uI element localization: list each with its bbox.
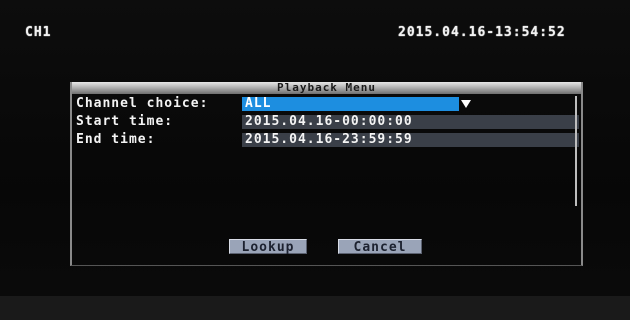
end-time-row: End time: 2015.04.16-23:59:59 (76, 132, 579, 148)
start-time-row: Start time: 2015.04.16-00:00:00 (76, 114, 579, 130)
lookup-button[interactable]: Lookup (229, 239, 307, 255)
start-time-label: Start time: (76, 114, 174, 129)
menu-titlebar: Playback Menu (72, 82, 581, 94)
end-time-label: End time: (76, 132, 156, 147)
channel-indicator: CH1 (25, 25, 52, 40)
datetime-display: 2015.04.16-13:54:52 (398, 25, 566, 40)
channel-choice-value: ALL (245, 96, 272, 111)
dvr-screen: CH1 2015.04.16-13:54:52 Playback Menu Ch… (0, 0, 630, 320)
cancel-button[interactable]: Cancel (338, 239, 422, 255)
playback-menu-dialog: Playback Menu Channel choice: ALL Start … (70, 82, 583, 266)
channel-choice-row: Channel choice: ALL (76, 96, 579, 112)
channel-choice-label: Channel choice: (76, 96, 209, 111)
menu-scrollbar[interactable] (575, 96, 577, 206)
monitor-bezel (0, 296, 630, 320)
channel-choice-select[interactable]: ALL (242, 97, 459, 111)
start-time-field[interactable]: 2015.04.16-00:00:00 (242, 115, 579, 129)
end-time-value: 2015.04.16-23:59:59 (245, 132, 413, 147)
chevron-down-icon[interactable] (460, 98, 472, 110)
menu-title: Playback Menu (276, 81, 377, 94)
start-time-value: 2015.04.16-00:00:00 (245, 114, 413, 129)
end-time-field[interactable]: 2015.04.16-23:59:59 (242, 133, 579, 147)
